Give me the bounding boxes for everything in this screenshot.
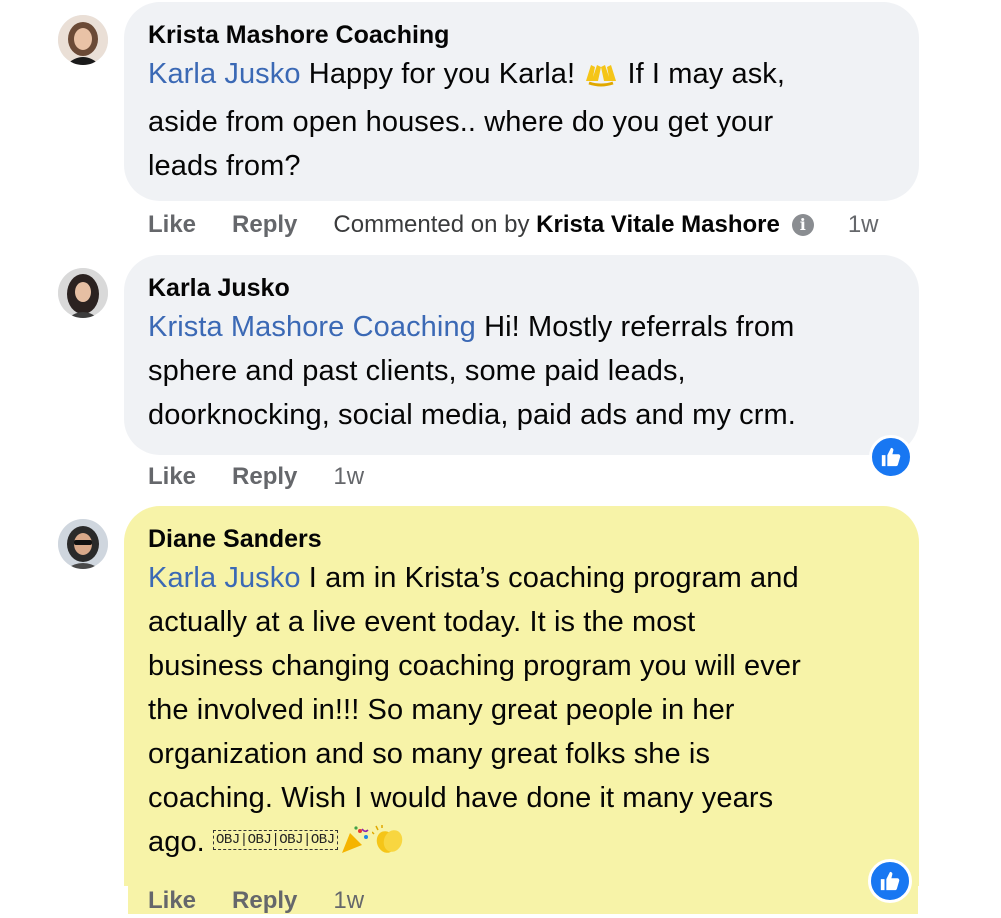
like-reaction-icon[interactable] <box>869 435 913 479</box>
mention-link[interactable]: Krista Mashore Coaching <box>148 311 476 343</box>
comment-author[interactable]: Diane Sanders <box>148 524 895 554</box>
like-button[interactable]: Like <box>148 887 196 915</box>
obj-placeholder: OBJ|OBJ|OBJ|OBJ <box>213 830 338 850</box>
like-reaction-icon[interactable] <box>868 859 912 903</box>
mention-link[interactable]: Karla Jusko <box>148 58 301 90</box>
reply-button[interactable]: Reply <box>232 211 297 239</box>
commented-by-name[interactable]: Krista Vitale Mashore <box>536 211 780 238</box>
comment-actions: Like Reply 1w <box>148 460 364 494</box>
reply-button[interactable]: Reply <box>232 463 297 491</box>
commented-on-by: Commented on by Krista Vitale Mashore <box>333 211 780 238</box>
mention-link[interactable]: Karla Jusko <box>148 562 301 594</box>
avatar[interactable] <box>58 268 108 318</box>
party-popper-icon <box>338 824 372 868</box>
comment-bubble: Krista Mashore Coaching Karla Jusko Happ… <box>124 2 919 201</box>
like-button[interactable]: Like <box>148 463 196 491</box>
like-button[interactable]: Like <box>148 211 196 239</box>
timestamp[interactable]: 1w <box>333 887 364 915</box>
comment-text: Karla Jusko I am in Krista’s coaching pr… <box>148 556 895 868</box>
info-icon[interactable]: i <box>791 214 814 236</box>
comment-text: Karla Jusko Happy for you Karla! If I ma… <box>148 56 786 182</box>
comment-author[interactable]: Karla Jusko <box>148 273 895 303</box>
comment-actions: Like Reply 1w <box>148 884 364 918</box>
comment-text: Krista Mashore Coaching Hi! Mostly refer… <box>148 311 796 431</box>
comment-author[interactable]: Krista Mashore Coaching <box>148 20 895 50</box>
clapping-hands-icon <box>371 824 406 868</box>
comment-bubble: Karla Jusko Krista Mashore Coaching Hi! … <box>124 255 919 455</box>
reply-button[interactable]: Reply <box>232 887 297 915</box>
timestamp[interactable]: 1w <box>333 463 364 491</box>
timestamp[interactable]: 1w <box>848 211 879 239</box>
avatar[interactable] <box>58 519 108 569</box>
comment-bubble-highlighted: Diane Sanders Karla Jusko I am in Krista… <box>124 506 919 886</box>
avatar[interactable] <box>58 15 108 65</box>
raising-hands-icon <box>583 56 619 100</box>
comment-actions: Like Reply Commented on by Krista Vitale… <box>148 208 879 242</box>
